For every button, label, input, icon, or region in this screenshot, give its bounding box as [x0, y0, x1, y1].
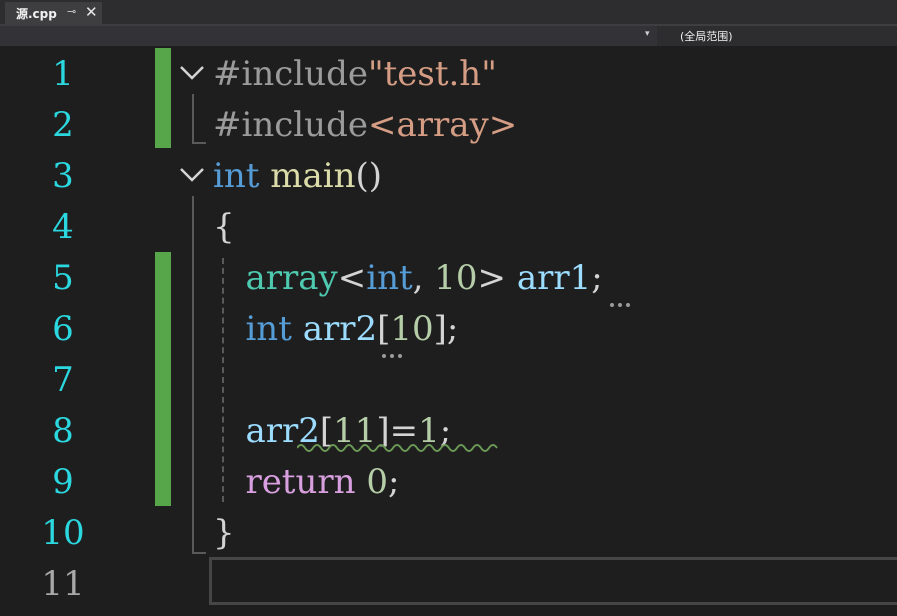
open-brace: {: [213, 207, 235, 247]
pin-icon[interactable]: ⊸: [67, 5, 76, 18]
include-path: "test.h": [367, 54, 497, 94]
keyword: int: [366, 258, 413, 298]
outline-guide: [192, 142, 206, 144]
outline-guide: [192, 94, 194, 144]
line-number: 10: [41, 513, 85, 553]
line-number: 4: [52, 207, 74, 247]
number-literal: 10: [434, 258, 478, 298]
outline-guide: [192, 196, 194, 554]
line-number: 11: [41, 564, 85, 604]
code-line-9: return 0;: [213, 462, 399, 502]
number-literal: 0: [366, 462, 388, 502]
number-literal: 10: [390, 309, 434, 349]
line-number: 5: [52, 258, 74, 298]
include-path: <array>: [367, 105, 518, 145]
line-number: 1: [52, 54, 74, 94]
code-editor[interactable]: 1 2 3 4 5 6 7 8 9 10 11 #include"test.h"…: [0, 46, 897, 616]
line-number: 9: [52, 462, 74, 502]
tab-filename: 源.cpp: [16, 6, 57, 21]
control-keyword: return: [245, 462, 356, 502]
line-number: 2: [52, 105, 74, 145]
type-name: array: [245, 258, 338, 298]
member-dropdown[interactable]: ▾: [0, 26, 657, 46]
change-indicator: [155, 252, 171, 506]
code-line-10: }: [213, 513, 235, 553]
navigation-bar: ▾ (全局范围): [0, 26, 897, 46]
parentheses: (): [355, 156, 383, 196]
close-icon[interactable]: ✕: [85, 3, 98, 21]
code-line-4: {: [213, 207, 235, 247]
bracket-close: ]: [433, 309, 447, 349]
keyword: int: [245, 309, 292, 349]
code-line-5: array<int, 10> arr1;: [213, 258, 603, 298]
code-line-1: #include"test.h": [213, 54, 497, 94]
line-number: 6: [52, 309, 74, 349]
code-line-2: #include<array>: [213, 105, 517, 145]
document-tab-bar: 源.cpp ⊸ ✕: [0, 0, 897, 24]
chevron-down-icon[interactable]: [178, 164, 206, 184]
outline-guide: [192, 552, 206, 554]
document-tab[interactable]: 源.cpp ⊸ ✕: [5, 2, 102, 24]
code-line-3: int main(): [213, 156, 382, 196]
keyword: int: [213, 156, 260, 196]
line-number: 3: [52, 156, 74, 196]
close-brace: }: [213, 513, 235, 553]
error-squiggle: [297, 444, 498, 452]
scope-dropdown[interactable]: (全局范围): [680, 28, 733, 44]
variable-name: arr2: [302, 309, 378, 349]
semicolon: ;: [387, 462, 400, 502]
code-line-6: int arr2[10];: [213, 309, 458, 349]
preprocessor-directive: #include: [213, 105, 368, 145]
bracket-open: [: [377, 309, 391, 349]
angle-open: <: [337, 258, 367, 298]
function-name: main: [270, 156, 356, 196]
semicolon: ;: [446, 309, 459, 349]
variable-name: arr1: [516, 258, 592, 298]
suggestion-dots: [382, 345, 406, 363]
comma: ,: [412, 258, 424, 298]
change-indicator: [155, 48, 171, 148]
current-line-highlight: [209, 557, 897, 605]
chevron-down-icon[interactable]: ▾: [645, 28, 650, 39]
preprocessor-directive: #include: [213, 54, 368, 94]
semicolon: ;: [591, 258, 603, 298]
chevron-down-icon[interactable]: [178, 62, 206, 82]
line-number: 7: [52, 360, 74, 400]
line-number: 8: [52, 411, 74, 451]
angle-close: >: [477, 258, 507, 298]
suggestion-dots: [610, 294, 634, 312]
